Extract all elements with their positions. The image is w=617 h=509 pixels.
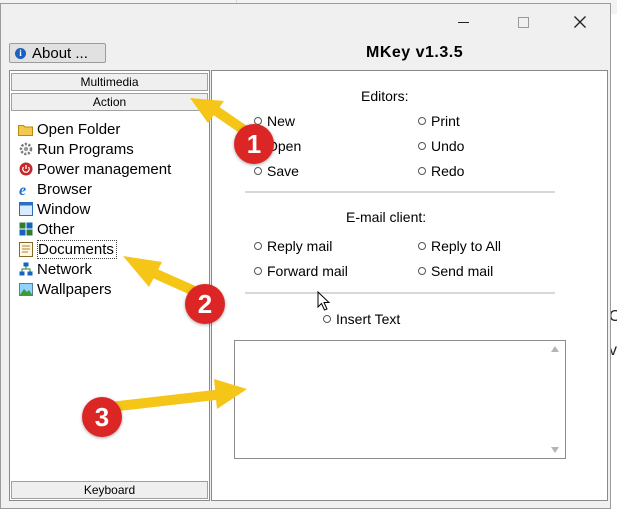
gear-icon [18,142,33,157]
radio-label: Redo [431,163,465,179]
radio-circle [418,167,426,175]
radio-forward-mail[interactable]: Forward mail [254,263,348,279]
background-window-edge [610,14,617,509]
radio-label: Save [267,163,299,179]
group-separator [245,191,555,194]
list-item-label: Browser [37,180,93,198]
app-title: MKey v1.3.5 [366,44,464,61]
svg-text:e: e [19,182,26,197]
email-group-title: E-mail client: [346,209,427,225]
about-button-label: About ... [32,44,88,62]
radio-circle [418,117,426,125]
scroll-down-icon[interactable] [551,447,559,453]
radio-circle [323,315,331,323]
radio-save[interactable]: Save [254,163,299,179]
radio-label: Undo [431,138,465,154]
category-keyboard-button[interactable]: Keyboard [11,481,208,499]
list-item-label: Open Folder [37,120,121,138]
list-item-open-folder[interactable]: Open Folder [18,119,120,139]
category-multimedia-button[interactable]: Multimedia [11,73,208,91]
annotation-badge-1: 1 [234,124,274,164]
list-item-browser[interactable]: e Browser [18,179,92,199]
list-item-label: Run Programs [37,140,134,158]
list-item-wallpapers[interactable]: Wallpapers [18,279,111,299]
list-item-documents[interactable]: Documents [18,239,117,259]
maximize-icon[interactable] [500,4,546,40]
radio-circle [254,167,262,175]
mouse-cursor-icon [317,291,331,311]
radio-label: Print [431,113,460,129]
document-icon [18,241,33,257]
list-item-label: Power management [37,160,172,178]
wallpaper-icon [18,282,33,297]
window-icon [18,202,33,217]
list-item-network[interactable]: Network [18,259,92,279]
group-separator [245,292,555,295]
radio-reply-mail[interactable]: Reply mail [254,238,332,254]
network-icon [18,262,33,277]
radio-reply-to-all[interactable]: Reply to All [418,238,501,254]
radio-label: Reply mail [267,238,333,254]
minimize-icon[interactable] [440,4,486,40]
insert-text-scrollbar[interactable] [234,340,566,459]
radio-label: Forward mail [267,263,348,279]
list-item-power-management[interactable]: Power management [18,159,171,179]
list-item-window[interactable]: Window [18,199,90,219]
radio-circle [254,242,262,250]
list-item-label: Wallpapers [37,280,112,298]
title-bar [1,4,610,40]
radio-circle [418,142,426,150]
list-item-label: Documents [37,239,117,259]
radio-insert-text[interactable]: Insert Text [323,311,400,327]
folder-icon [18,122,33,137]
list-item-label: Network [37,260,93,278]
radio-redo[interactable]: Redo [418,163,464,179]
list-item-label: Other [37,220,75,238]
radio-circle [418,267,426,275]
radio-label: Reply to All [431,238,502,254]
radio-print[interactable]: Print [418,113,460,129]
radio-send-mail[interactable]: Send mail [418,263,493,279]
category-panel: Multimedia Action Open Folder Run Progra… [9,70,210,501]
browser-icon: e [18,182,33,197]
category-action-button[interactable]: Action [11,93,208,111]
radio-label: Send mail [431,263,494,279]
list-item-other[interactable]: Other [18,219,75,239]
close-icon[interactable] [557,4,603,40]
radio-circle [418,242,426,250]
radio-label: New [267,113,296,129]
scroll-up-icon[interactable] [551,346,559,352]
other-icon [18,222,33,237]
about-button[interactable]: i About ... [9,43,106,63]
list-item-label: Window [37,200,91,218]
info-icon: i [15,47,26,59]
radio-undo[interactable]: Undo [418,138,464,154]
power-icon [18,162,33,177]
annotation-badge-2: 2 [185,284,225,324]
radio-circle [254,267,262,275]
radio-label: Insert Text [336,311,401,327]
list-item-run-programs[interactable]: Run Programs [18,139,134,159]
annotation-badge-3: 3 [82,397,122,437]
editors-group-title: Editors: [361,88,409,104]
